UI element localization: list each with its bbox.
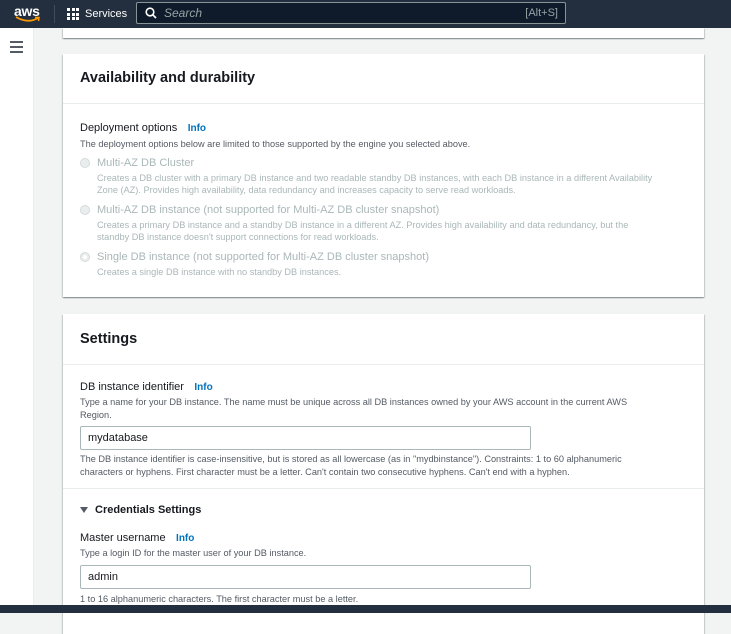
- option-label: Multi-AZ DB Cluster: [97, 156, 195, 169]
- nav-divider: [54, 5, 55, 23]
- option-label: Multi-AZ DB instance (not supported for …: [97, 203, 440, 216]
- radio-button[interactable]: [80, 157, 90, 168]
- radio-button-selected[interactable]: [80, 251, 90, 262]
- credentials-settings-title: Credentials Settings: [95, 504, 202, 516]
- search-box[interactable]: [Alt+S]: [136, 2, 566, 24]
- db-identifier-label: DB instance identifier: [80, 381, 184, 393]
- radio-button[interactable]: [80, 204, 90, 215]
- db-identifier-input[interactable]: [80, 426, 531, 450]
- aws-logo[interactable]: aws: [12, 0, 46, 28]
- master-username-label: Master username: [80, 532, 166, 544]
- services-grid-icon: [67, 8, 79, 20]
- master-username-description: Type a login ID for the master user of y…: [80, 548, 307, 558]
- bottom-status-bar: [0, 605, 731, 613]
- settings-panel: Settings DB instance identifier Info Typ…: [63, 314, 704, 634]
- option-description: Creates a DB cluster with a primary DB i…: [97, 172, 653, 183]
- master-username-info-link[interactable]: Info: [176, 533, 194, 544]
- option-label: Single DB instance (not supported for Mu…: [97, 250, 429, 263]
- hamburger-menu-icon[interactable]: [10, 41, 23, 56]
- master-username-input[interactable]: [80, 564, 531, 589]
- caret-down-icon: [80, 507, 88, 513]
- deployment-option-multi-az-cluster[interactable]: Multi-AZ DB Cluster Creates a DB cluster…: [80, 157, 687, 197]
- availability-durability-panel: Availability and durability Deployment o…: [63, 54, 704, 297]
- search-icon: [145, 7, 157, 19]
- left-side-rail: [0, 28, 34, 613]
- db-identifier-description: Type a name for your DB instance. The na…: [80, 397, 628, 407]
- search-input[interactable]: [164, 6, 526, 20]
- services-menu-button[interactable]: Services: [67, 8, 127, 20]
- deployment-options-label: Deployment options: [80, 122, 178, 134]
- db-identifier-constraints: The DB instance identifier is case-insen…: [80, 454, 622, 464]
- db-identifier-info-link[interactable]: Info: [194, 382, 212, 393]
- deployment-options-info-link[interactable]: Info: [188, 123, 206, 134]
- search-shortcut-hint: [Alt+S]: [525, 7, 558, 19]
- db-identifier-constraints: characters or hyphens. First character m…: [80, 466, 570, 477]
- deployment-option-single-instance[interactable]: Single DB instance (not supported for Mu…: [80, 251, 687, 279]
- aws-smile-icon: [15, 16, 40, 22]
- previous-panel-bottom: [63, 28, 704, 38]
- deployment-options-description: The deployment options below are limited…: [80, 139, 471, 149]
- option-description: Creates a primary DB instance and a stan…: [97, 219, 629, 230]
- deployment-option-multi-az-instance[interactable]: Multi-AZ DB instance (not supported for …: [80, 204, 687, 244]
- availability-panel-header: Availability and durability: [63, 54, 704, 104]
- top-navigation-bar: aws Services [Alt+S]: [0, 0, 731, 28]
- credentials-settings-expander[interactable]: Credentials Settings: [80, 504, 687, 516]
- settings-panel-title: Settings: [80, 331, 138, 347]
- master-username-constraints: 1 to 16 alphanumeric characters. The fir…: [80, 593, 359, 604]
- db-identifier-description: Region.: [80, 409, 112, 420]
- settings-panel-header: Settings: [63, 314, 704, 365]
- services-label: Services: [85, 8, 128, 20]
- availability-panel-title: Availability and durability: [80, 70, 256, 86]
- option-description: Creates a single DB instance with no sta…: [97, 266, 342, 277]
- option-description: standby DB instance doesn't support conn…: [97, 232, 379, 242]
- option-description: Zone (AZ). Provides high availability, d…: [97, 185, 516, 195]
